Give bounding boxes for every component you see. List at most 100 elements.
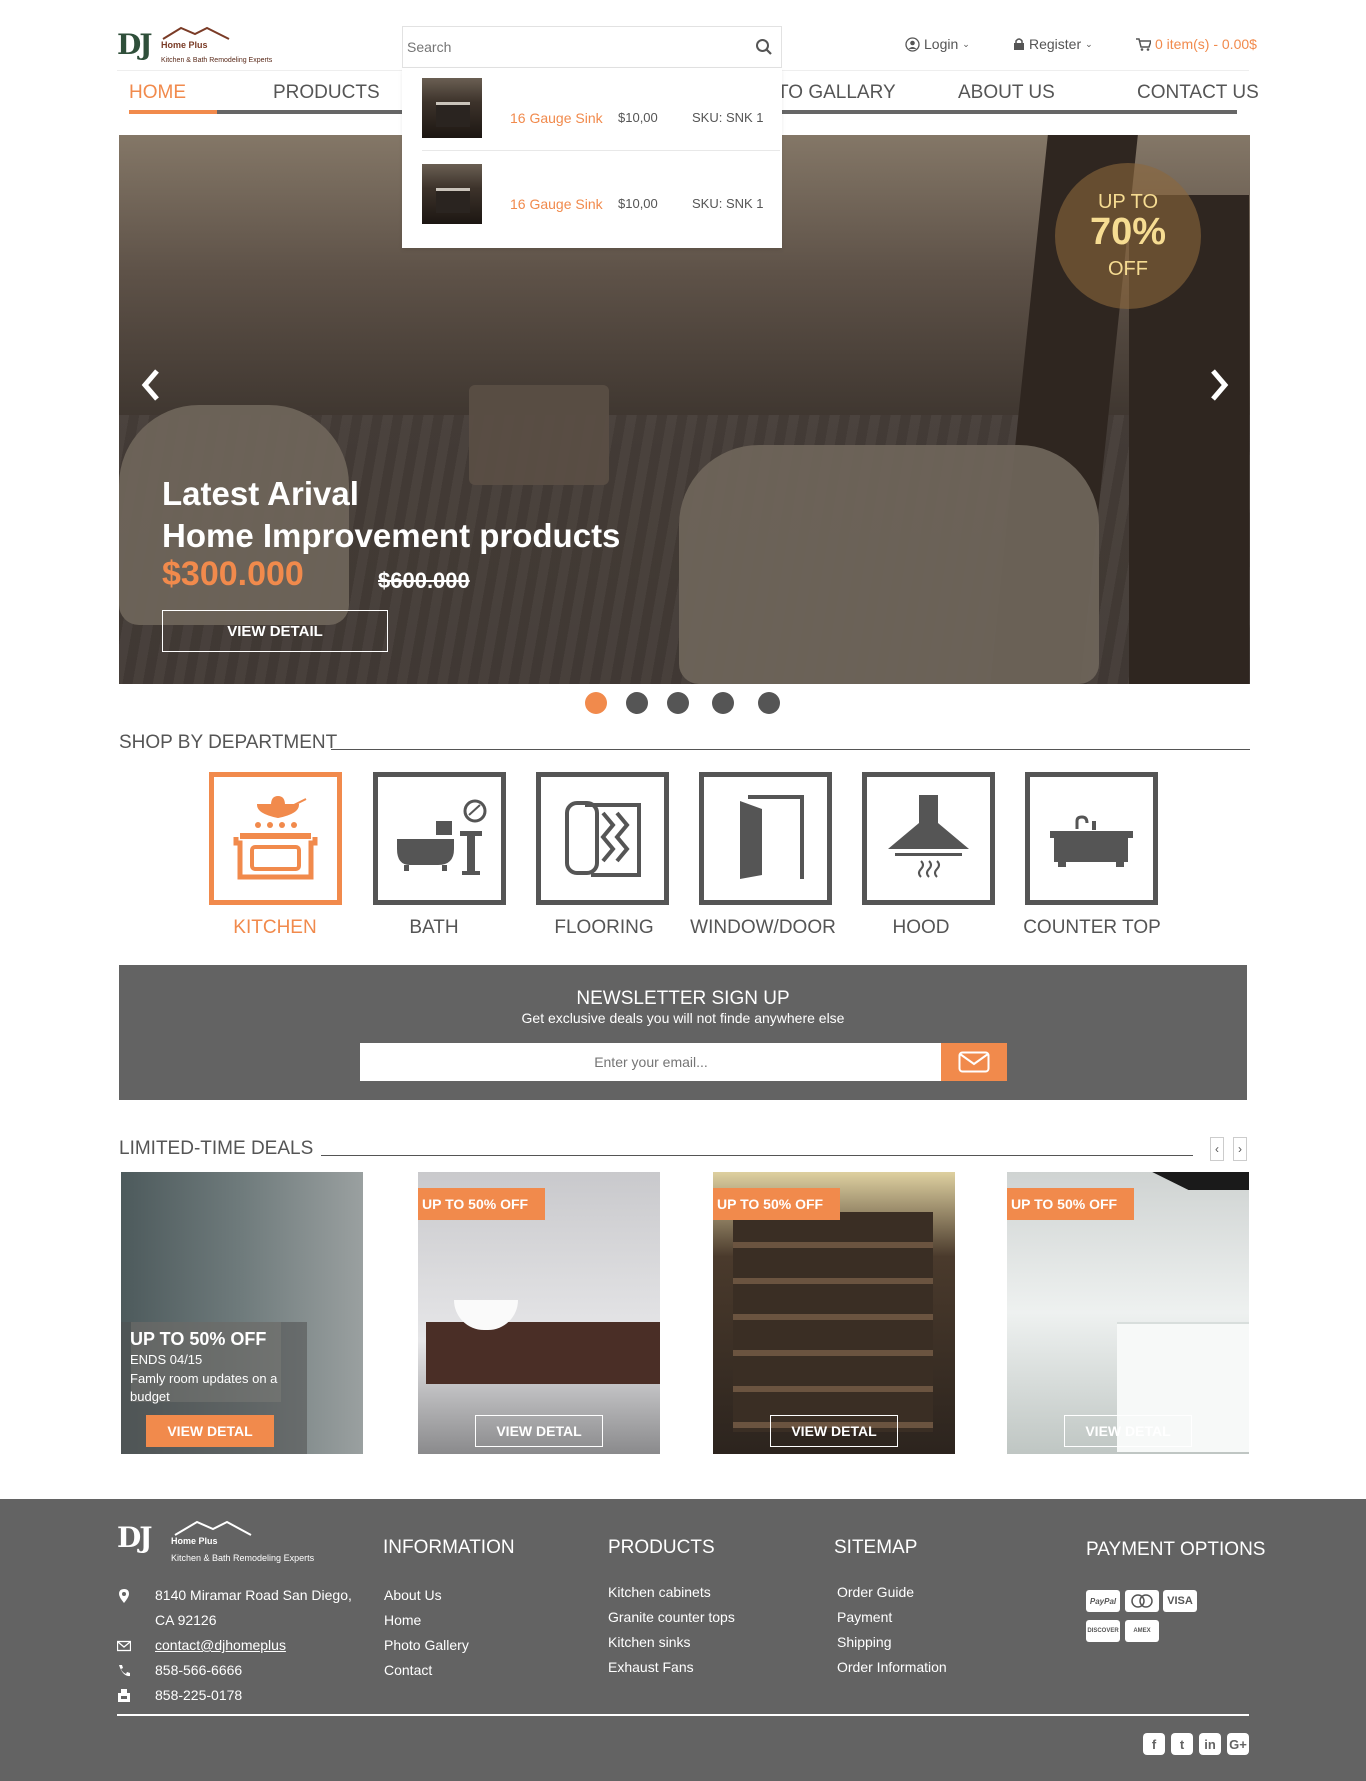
view-detail-button[interactable]: VIEW DETAL [770, 1415, 898, 1447]
footer-link[interactable]: Exhaust Fans [608, 1659, 735, 1684]
nav-about[interactable]: ABOUT US [958, 82, 1055, 104]
footer-link[interactable]: Payment [837, 1609, 947, 1634]
door-icon [740, 795, 804, 879]
deal-card[interactable]: UP TO 50% OFF ENDS 04/15 Famly room upda… [121, 1172, 363, 1454]
dept-label-window-door[interactable]: WINDOW/DOOR [678, 917, 848, 939]
deal-ends: ENDS 04/15 [130, 1352, 203, 1367]
footer: DJ Home Plus Kitchen & Bath Remodeling E… [0, 1499, 1366, 1781]
footer-link[interactable]: Photo Gallery [384, 1637, 469, 1662]
hood-icon [888, 795, 969, 878]
newsletter-title: NEWSLETTER SIGN UP [576, 988, 790, 1009]
hero-price: $300.000 [162, 555, 304, 593]
cart-link[interactable]: 0 item(s) - 0.00$ [1136, 36, 1257, 52]
newsletter-subtitle: Get exclusive deals you will not finde a… [521, 1010, 845, 1026]
dept-label-kitchen[interactable]: KITCHEN [190, 917, 360, 939]
linkedin-icon[interactable]: in [1199, 1733, 1221, 1755]
nav-products[interactable]: PRODUCTS [273, 82, 380, 104]
logo-tagline: Kitchen & Bath Remodeling Experts [161, 57, 273, 64]
footer-link[interactable]: Contact [384, 1662, 469, 1687]
payment-heading: PAYMENT OPTIONS [1086, 1539, 1266, 1560]
nav-gallery[interactable]: TO GALLARY [777, 82, 896, 104]
subscribe-button[interactable] [941, 1043, 1007, 1081]
slider-dot[interactable] [712, 692, 734, 714]
visa-icon: VISA [1163, 1590, 1197, 1612]
mastercard-logo [1131, 1594, 1153, 1608]
search-result-item[interactable]: 16 Gauge Sink $10,00 SKU: SNK 1 [412, 154, 770, 240]
result-name[interactable]: 16 Gauge Sink [510, 196, 603, 212]
logo-main: DJ [117, 28, 153, 61]
deals-next-button[interactable]: › [1233, 1137, 1247, 1161]
email-field[interactable] [360, 1043, 942, 1081]
facebook-icon[interactable]: f [1143, 1733, 1165, 1755]
deal-description: Famly room updates on a budget [130, 1371, 278, 1404]
footer-logo[interactable]: DJ Home Plus Kitchen & Bath Remodeling E… [117, 1519, 327, 1563]
dept-label-countertop[interactable]: COUNTER TOP [1007, 917, 1177, 939]
nav-home[interactable]: HOME [129, 82, 186, 104]
mastercard-icon [1125, 1590, 1159, 1612]
address-row: 8140 Miramar Road San Diego, [117, 1587, 352, 1612]
badge-line3: OFF [1108, 258, 1148, 280]
footer-link[interactable]: Order Information [837, 1659, 947, 1684]
dept-label-hood[interactable]: HOOD [836, 917, 1006, 939]
dept-label-flooring[interactable]: FLOORING [519, 917, 689, 939]
slider-dot[interactable] [758, 692, 780, 714]
view-detail-button[interactable]: VIEW DETAL [475, 1415, 603, 1447]
information-heading: INFORMATION [383, 1537, 515, 1558]
lock-icon [1014, 38, 1024, 50]
footer-link[interactable]: About Us [384, 1587, 469, 1612]
logo-main: DJ [117, 1521, 153, 1554]
view-detail-button[interactable]: VIEW DETAL [146, 1415, 274, 1447]
view-detail-button[interactable]: VIEW DETAIL [162, 610, 388, 652]
slider-next-icon[interactable] [1207, 365, 1233, 405]
view-detail-button[interactable]: VIEW DETAL [1064, 1415, 1192, 1447]
countertop-icon [1050, 815, 1133, 867]
deal-card[interactable]: UP TO 50% OFF VIEW DETAL [418, 1172, 660, 1454]
chevron-down-icon: ⌄ [962, 38, 970, 49]
nav-contact[interactable]: CONTACT US [1137, 82, 1259, 104]
paypal-icon: PayPal [1086, 1590, 1120, 1612]
slider-prev-icon[interactable] [137, 365, 163, 405]
slider-dot[interactable] [667, 692, 689, 714]
dept-bath[interactable] [373, 772, 506, 905]
footer-link[interactable]: Order Guide [837, 1584, 947, 1609]
search-input[interactable] [403, 27, 733, 67]
dept-window-door[interactable] [699, 772, 832, 905]
email-link[interactable]: contact@djhomeplus [155, 1637, 286, 1653]
deal-card[interactable]: UP TO 50% OFF VIEW DETAL [1007, 1172, 1249, 1454]
sitemap-heading: SITEMAP [834, 1537, 918, 1558]
result-name[interactable]: 16 Gauge Sink [510, 110, 603, 126]
slider-dot[interactable] [626, 692, 648, 714]
result-price: $10,00 [618, 110, 658, 125]
deal-card[interactable]: UP TO 50% OFF VIEW DETAL [713, 1172, 955, 1454]
divider [422, 150, 780, 151]
dept-kitchen[interactable] [209, 772, 342, 905]
dept-hood[interactable] [862, 772, 995, 905]
logo[interactable]: DJ Home Plus Kitchen & Bath Remodeling E… [117, 26, 297, 70]
dept-label-bath[interactable]: BATH [349, 917, 519, 939]
twitter-icon[interactable]: t [1171, 1733, 1193, 1755]
logo-sub1: Home Plus [161, 40, 208, 50]
deals-prev-button[interactable]: ‹ [1210, 1137, 1224, 1161]
roof-icon [162, 26, 230, 40]
login-label: Login [924, 36, 959, 52]
slider-dot[interactable] [585, 692, 607, 714]
kitchen-icon [233, 795, 318, 880]
login-link[interactable]: Login ⌄ [905, 36, 970, 52]
fax-row: 858-225-0178 [117, 1687, 352, 1712]
footer-link[interactable]: Home [384, 1612, 469, 1637]
register-link[interactable]: Register ⌄ [1013, 36, 1093, 52]
footer-link[interactable]: Kitchen cabinets [608, 1584, 735, 1609]
footer-contact: 8140 Miramar Road San Diego, CA 92126 co… [117, 1587, 352, 1712]
section-divider [321, 1155, 1193, 1156]
googleplus-icon[interactable]: G+ [1227, 1733, 1249, 1755]
hero-old-price: $600.000 [378, 568, 470, 593]
dept-flooring[interactable] [536, 772, 669, 905]
page: DJ Home Plus Kitchen & Bath Remodeling E… [0, 0, 1366, 1781]
cart-icon [1136, 37, 1151, 51]
search-icon[interactable] [755, 38, 773, 56]
footer-link[interactable]: Shipping [837, 1634, 947, 1659]
footer-link[interactable]: Granite counter tops [608, 1609, 735, 1634]
dept-countertop[interactable] [1025, 772, 1158, 905]
footer-link[interactable]: Kitchen sinks [608, 1634, 735, 1659]
search-result-item[interactable]: 16 Gauge Sink $10,00 SKU: SNK 1 [412, 68, 780, 154]
